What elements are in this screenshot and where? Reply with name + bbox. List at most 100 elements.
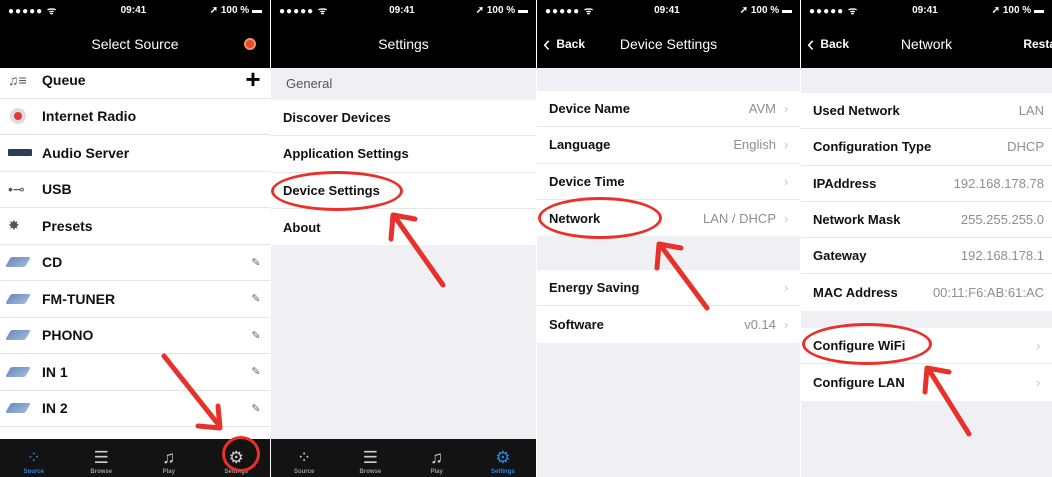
input-icon (5, 366, 31, 377)
tab-browse[interactable]: ☰ Browse (76, 447, 126, 475)
network-mask: Network Mask 255.255.255.0 (801, 202, 1052, 239)
clock: 09:41 (654, 4, 680, 16)
source-label: Internet Radio (42, 108, 137, 125)
signal-indicator: ●●●●● ᯤ (545, 6, 595, 17)
edit-icon[interactable]: ✎ (242, 256, 270, 269)
configure-lan-item[interactable]: Configure LAN › (801, 364, 1052, 400)
tab-source[interactable]: ⁘ Source (279, 447, 329, 475)
status-bar: ●●●●● ᯤ 09:41 ➚ 100 % ▬ (801, 0, 1052, 20)
source-label: PHONO (42, 327, 94, 344)
network-used-network: Used Network LAN (801, 93, 1052, 130)
source-label: IN 1 (42, 363, 68, 380)
chevron-right-icon: › (784, 101, 789, 117)
presets-icon: ✸ (8, 217, 20, 234)
play-icon: ♫ (430, 448, 443, 467)
edit-icon[interactable]: ✎ (242, 365, 270, 378)
navigation-bar: ‹Back Network Resta (801, 20, 1052, 68)
source-icon: ⁘ (26, 448, 41, 467)
chevron-right-icon: › (1036, 374, 1041, 390)
source-label: CD (42, 254, 63, 271)
network-gateway: Gateway 192.168.178.1 (801, 238, 1052, 275)
device-settings-group-2: Energy Saving › Software v0.14 › (537, 270, 800, 343)
annotation-circle (222, 436, 260, 472)
page-title: Device Settings (619, 36, 718, 52)
chevron-left-icon: ‹ (807, 31, 815, 56)
usb-icon: •⊸ (8, 180, 25, 197)
play-icon: ♫ (162, 448, 176, 467)
tab-play[interactable]: ♫ Play (412, 447, 462, 475)
setting-energy-saving[interactable]: Energy Saving › (537, 270, 800, 307)
back-button[interactable]: ‹ Back (543, 20, 585, 68)
chevron-right-icon: › (784, 137, 789, 153)
source-item-phono[interactable]: PHONO ✎ (0, 318, 270, 354)
battery-indicator: ➚ 100 % ▬ (739, 4, 792, 16)
tab-source[interactable]: ⁘ Source (9, 447, 59, 475)
source-item-presets[interactable]: ✸ Presets (0, 208, 270, 245)
page-title: Settings (378, 36, 429, 52)
status-bar: ●●●●● ᯤ 09:41 ➚ 100 % ▬ (0, 0, 270, 20)
tab-browse[interactable]: ☰ Browse (345, 447, 395, 475)
source-label: FM-TUNER (42, 290, 116, 307)
network-info-group: Used Network LAN Configuration Type DHCP I… (801, 93, 1052, 311)
edit-icon[interactable]: ✎ (242, 329, 270, 342)
network-configuration-type: Configuration Type DHCP (801, 129, 1052, 166)
annotation-circle (802, 323, 932, 365)
back-button[interactable]: ‹ Back (807, 20, 849, 68)
network-mac-address: MAC Address 00:11:F6:AB:61:AC (813, 285, 1044, 301)
source-item-fm-tuner[interactable]: FM-TUNER ✎ (0, 281, 270, 318)
device-settings-screen: ●●●●● ᯤ 09:41 ➚ 100 % ▬ ‹ Back Device Set… (537, 0, 800, 477)
settings-item-discover-devices[interactable]: Discover Devices (271, 100, 536, 137)
browse-icon: ☰ (93, 448, 109, 467)
edit-icon[interactable]: ✎ (242, 402, 270, 415)
chevron-right-icon: › (784, 210, 789, 226)
tab-bar: ⁘ Source ☰ Browse ♫ Play ⚙ Settings (271, 439, 536, 477)
page-title: Select Source (91, 36, 179, 52)
settings-screen: ●●●●● ᯤ 09:41 ➚ 100 % ▬ Settings General… (271, 0, 536, 477)
network-ip-address: IPAddress 192.168.178.78 (801, 166, 1052, 202)
network-screen: ●●●●● ᯤ 09:41 ➚ 100 % ▬ ‹ Back Network Re… (801, 0, 1052, 477)
navigation-bar: Settings (271, 20, 536, 68)
page-title: Network (900, 36, 953, 52)
queue-icon: ♫≡ (8, 71, 27, 88)
battery-indicator: ➚ 100 % ▬ (209, 4, 262, 16)
setting-software[interactable]: Software v0.14 › (537, 306, 800, 342)
source-item-queue[interactable]: ♫≡ Queue + (0, 62, 270, 99)
select-source-screen: ●●●●● ᯤ 09:41 ➚ 100 % ▬ Select Source ♫≡… (0, 0, 270, 477)
record-icon[interactable] (244, 38, 256, 50)
tab-settings[interactable]: ⚙ Settings (478, 447, 528, 475)
source-item-usb[interactable]: •⊸ USB (0, 172, 270, 208)
input-icon (5, 293, 31, 304)
source-item-in2[interactable]: IN 2 ✎ (0, 391, 270, 427)
chevron-right-icon: › (1036, 338, 1041, 354)
settings-item-application-settings[interactable]: Application Settings (271, 136, 536, 173)
annotation-circle (271, 171, 403, 211)
source-item-in1[interactable]: IN 1 ✎ (0, 354, 270, 391)
setting-device-time[interactable]: Device Time › (537, 164, 800, 200)
tab-play[interactable]: ♫ Play (144, 447, 194, 475)
source-item-audio-server[interactable]: Audio Server (0, 135, 270, 172)
annotation-circle (538, 197, 662, 239)
setting-language[interactable]: Language English › (537, 127, 800, 164)
clock: 09:41 (912, 4, 938, 16)
settings-item-about[interactable]: About (271, 209, 536, 245)
edit-icon[interactable]: ✎ (242, 292, 270, 305)
input-icon (5, 330, 31, 341)
source-item-cd[interactable]: CD ✎ (0, 245, 270, 281)
status-bar: ●●●●● ᯤ 09:41 ➚ 100 % ▬ (271, 0, 536, 20)
battery-indicator: ➚ 100 % ▬ (991, 4, 1044, 16)
input-icon (5, 403, 31, 414)
add-icon[interactable]: + (236, 64, 270, 95)
audio-server-icon (8, 149, 32, 157)
navigation-bar: ‹ Back Device Settings (537, 20, 800, 68)
settings-icon: ⚙ (495, 448, 511, 467)
signal-indicator: ●●●●● ᯤ (279, 6, 329, 17)
restart-button[interactable]: Resta (1023, 20, 1052, 68)
input-icon (5, 257, 31, 268)
source-label: Presets (42, 217, 93, 234)
setting-device-name[interactable]: Device Name AVM › (537, 91, 800, 128)
source-item-internet-radio[interactable]: Internet Radio (0, 99, 270, 135)
chevron-right-icon: › (784, 316, 789, 332)
source-label: Audio Server (42, 144, 130, 161)
chevron-right-icon: › (784, 173, 789, 189)
chevron-right-icon: › (784, 280, 789, 296)
